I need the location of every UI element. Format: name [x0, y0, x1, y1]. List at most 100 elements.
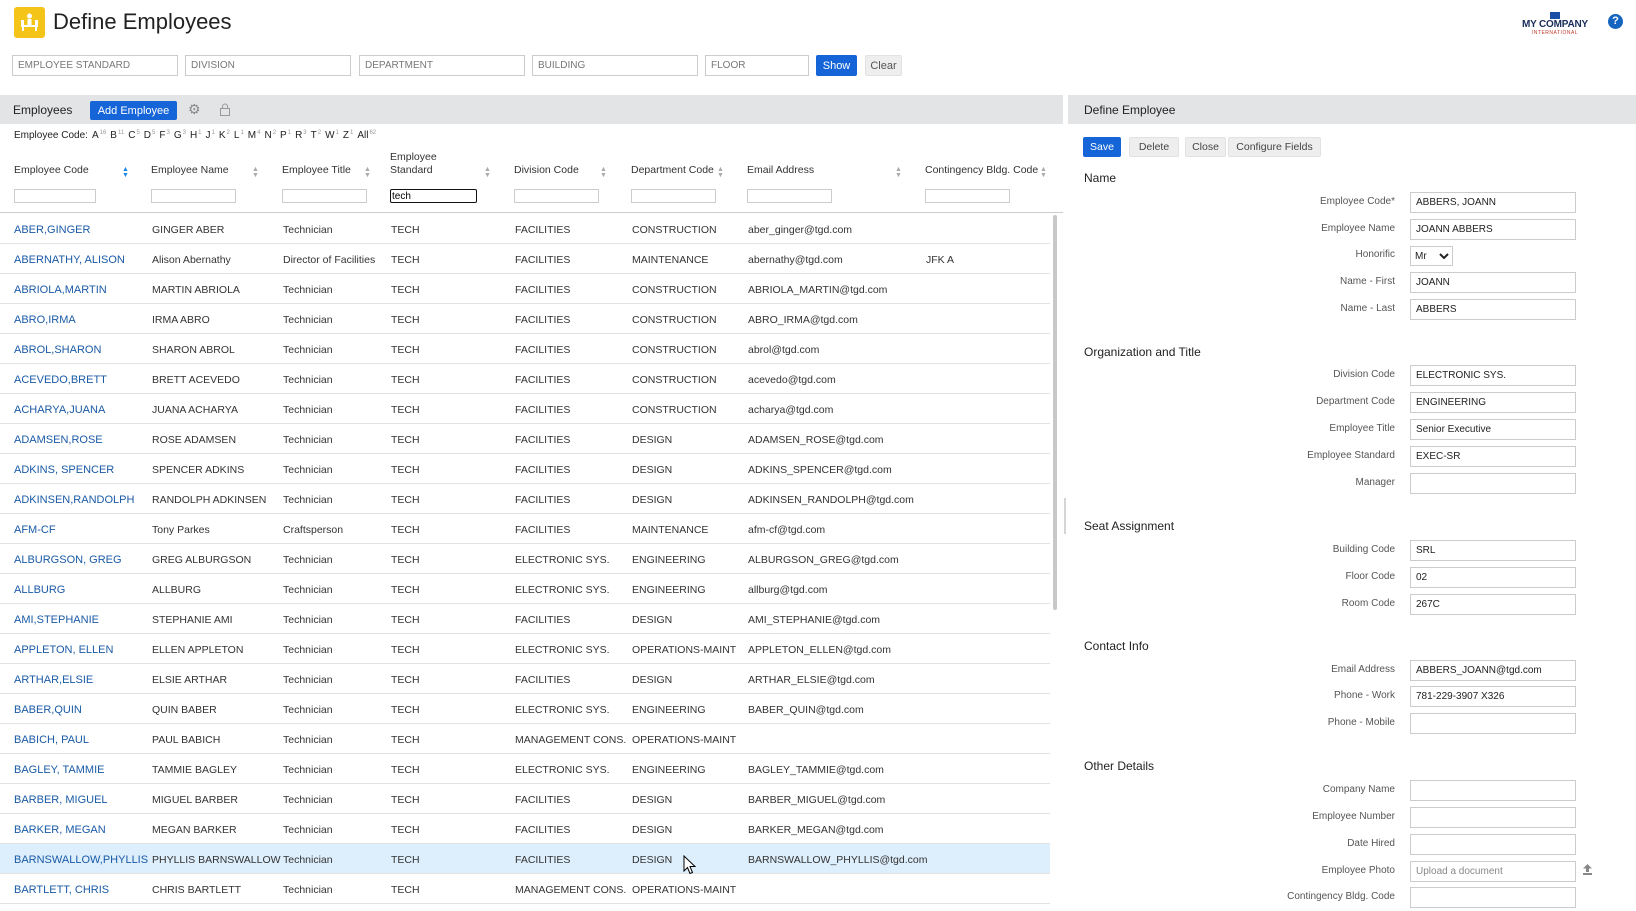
employee-code-cell[interactable]: BARKER, MEGAN: [14, 824, 106, 836]
col-employee-standard[interactable]: Employee Standard ▲ ▼: [390, 151, 494, 213]
department-code-column-filter[interactable]: [631, 189, 716, 203]
alpha-filter-item[interactable]: T2: [311, 130, 321, 141]
table-row[interactable]: ADKINSEN,RANDOLPH RANDOLPH ADKINSEN Techni…: [0, 484, 1050, 514]
employee-code-cell[interactable]: ADAMSEN,ROSE: [14, 434, 103, 446]
alpha-filter-item[interactable]: H1: [190, 130, 202, 141]
division-code-column-filter[interactable]: [514, 189, 599, 203]
employee-code-cell[interactable]: ABRIOLA,MARTIN: [14, 284, 107, 296]
sort-icon[interactable]: ▲ ▼: [600, 166, 607, 179]
phone-mobile-field[interactable]: [1410, 713, 1576, 734]
alpha-filter-item[interactable]: N2: [264, 130, 276, 141]
delete-button[interactable]: Delete: [1129, 137, 1179, 157]
alpha-filter-item[interactable]: W1: [325, 130, 339, 141]
alpha-filter-item[interactable]: A16: [92, 130, 106, 141]
employee-code-field[interactable]: [1410, 192, 1576, 213]
sort-icon[interactable]: ▲ ▼: [895, 166, 902, 179]
sort-icon[interactable]: ▲ ▼: [484, 166, 491, 179]
alpha-filter-item[interactable]: L1: [234, 130, 244, 141]
division-filter[interactable]: [185, 55, 351, 76]
employee-title-field[interactable]: [1410, 419, 1576, 440]
employee-code-cell[interactable]: BABICH, PAUL: [14, 734, 89, 746]
alpha-filter-item[interactable]: J1: [206, 130, 215, 141]
alpha-filter-item[interactable]: G3: [174, 130, 186, 141]
table-row[interactable]: BARNSWALLOW,PHYLLIS PHYLLIS BARNSWALLOW Te…: [0, 844, 1050, 874]
employee-code-cell[interactable]: ALLBURG: [14, 584, 65, 596]
email-address-column-filter[interactable]: [747, 189, 832, 203]
contingency-bldg-code-column-filter[interactable]: [925, 189, 1010, 203]
employee-name-column-filter[interactable]: [151, 189, 236, 203]
name-first-field[interactable]: [1410, 272, 1576, 293]
employee-code-cell[interactable]: ABER,GINGER: [14, 224, 90, 236]
help-icon[interactable]: ?: [1608, 14, 1623, 29]
employee-code-cell[interactable]: ACHARYA,JUANA: [14, 404, 105, 416]
room-code-field[interactable]: [1410, 594, 1576, 615]
table-row[interactable]: AFM-CF Tony Parkes Craftsperson TECH FACILIT…: [0, 514, 1050, 544]
employee-code-cell[interactable]: BARNSWALLOW,PHYLLIS: [14, 854, 148, 866]
table-row[interactable]: ARTHAR,ELSIE ELSIE ARTHAR Technician TECH FA…: [0, 664, 1050, 694]
table-row[interactable]: ACEVEDO,BRETT BRETT ACEVEDO Technician TECH…: [0, 364, 1050, 394]
employee-code-cell[interactable]: AFM-CF: [14, 524, 56, 536]
employee-title-column-filter[interactable]: [282, 189, 367, 203]
contingency-field[interactable]: [1410, 887, 1576, 908]
col-email-address[interactable]: Email Address ▲ ▼: [747, 153, 905, 213]
table-row[interactable]: BAGLEY, TAMMIE TAMMIE BAGLEY Technician TEC…: [0, 754, 1050, 784]
table-row[interactable]: BARKER, MEGAN MEGAN BARKER Technician TECH F…: [0, 814, 1050, 844]
employee-code-cell[interactable]: ACEVEDO,BRETT: [14, 374, 107, 386]
floor-filter[interactable]: [705, 55, 809, 76]
name-last-field[interactable]: [1410, 299, 1576, 320]
employee-standard-field[interactable]: [1410, 446, 1576, 467]
employee-code-column-filter[interactable]: [14, 189, 96, 203]
phone-work-field[interactable]: [1410, 686, 1576, 707]
alpha-filter-item[interactable]: B11: [110, 130, 124, 141]
employee-code-cell[interactable]: ALBURGSON, GREG: [14, 554, 122, 566]
sort-icon[interactable]: ▲ ▼: [252, 166, 259, 179]
sort-icon[interactable]: ▲ ▼: [1040, 166, 1047, 179]
alpha-filter-item[interactable]: R3: [295, 130, 307, 141]
department-code-field[interactable]: [1410, 392, 1576, 413]
table-row[interactable]: BABER,QUIN QUIN BABER Technician TECH ELECTR…: [0, 694, 1050, 724]
employee-code-cell[interactable]: ADKINSEN,RANDOLPH: [14, 494, 134, 506]
table-row[interactable]: AMI,STEPHANIE STEPHANIE AMI Technician TECH…: [0, 604, 1050, 634]
lock-icon[interactable]: [219, 103, 231, 116]
table-row[interactable]: ABRO,IRMA IRMA ABRO Technician TECH FACILITI…: [0, 304, 1050, 334]
employee-name-field[interactable]: [1410, 219, 1576, 240]
floor-code-field[interactable]: [1410, 567, 1576, 588]
honorific-select[interactable]: Mr: [1410, 246, 1453, 266]
gear-icon[interactable]: ⚙: [188, 102, 202, 116]
col-contingency-bldg-code[interactable]: Contingency Bldg. Code ▲ ▼: [925, 153, 1047, 213]
col-employee-title[interactable]: Employee Title ▲ ▼: [282, 153, 374, 213]
add-employee-button[interactable]: Add Employee: [90, 101, 177, 120]
employee-code-cell[interactable]: APPLETON, ELLEN: [14, 644, 113, 656]
employee-number-field[interactable]: [1410, 807, 1576, 828]
sort-icon[interactable]: ▲ ▼: [364, 166, 371, 179]
clear-button[interactable]: Clear: [865, 55, 902, 76]
date-hired-field[interactable]: [1410, 834, 1576, 855]
employee-code-cell[interactable]: ABERNATHY, ALISON: [14, 254, 125, 266]
show-button[interactable]: Show: [816, 55, 857, 76]
manager-field[interactable]: [1410, 473, 1576, 494]
alpha-filter-item[interactable]: All62: [357, 130, 376, 141]
employee-code-cell[interactable]: BAGLEY, TAMMIE: [14, 764, 104, 776]
employee-code-cell[interactable]: ABRO,IRMA: [14, 314, 76, 326]
alpha-filter-item[interactable]: F3: [159, 130, 169, 141]
employee-photo-field[interactable]: [1410, 861, 1576, 882]
employee-code-cell[interactable]: ABROL,SHARON: [14, 344, 101, 356]
splitter-grip[interactable]: [1064, 498, 1066, 534]
table-row[interactable]: BARBER, MIGUEL MIGUEL BARBER Technician TEC…: [0, 784, 1050, 814]
employee-code-cell[interactable]: BARBER, MIGUEL: [14, 794, 108, 806]
table-row[interactable]: ADAMSEN,ROSE ROSE ADAMSEN Technician TECH FA…: [0, 424, 1050, 454]
alpha-filter-item[interactable]: P1: [280, 130, 291, 141]
building-code-field[interactable]: [1410, 540, 1576, 561]
alpha-filter-item[interactable]: C5: [128, 130, 140, 141]
sort-icon[interactable]: ▲ ▼: [717, 166, 724, 179]
employee-code-cell[interactable]: BARTLETT, CHRIS: [14, 884, 109, 896]
table-row[interactable]: ABER,GINGER GINGER ABER Technician TECH FACI…: [0, 214, 1050, 244]
upload-icon[interactable]: [1583, 864, 1592, 875]
table-row[interactable]: BARTLETT, CHRIS CHRIS BARTLETT Technician T…: [0, 874, 1050, 904]
col-employee-name[interactable]: Employee Name ▲ ▼: [151, 153, 263, 213]
alpha-filter-item[interactable]: Z1: [343, 130, 353, 141]
table-row[interactable]: APPLETON, ELLEN ELLEN APPLETON Technician T…: [0, 634, 1050, 664]
division-code-field[interactable]: [1410, 365, 1576, 386]
employee-code-cell[interactable]: ADKINS, SPENCER: [14, 464, 114, 476]
table-row[interactable]: ALBURGSON, GREG GREG ALBURGSON Technician T…: [0, 544, 1050, 574]
